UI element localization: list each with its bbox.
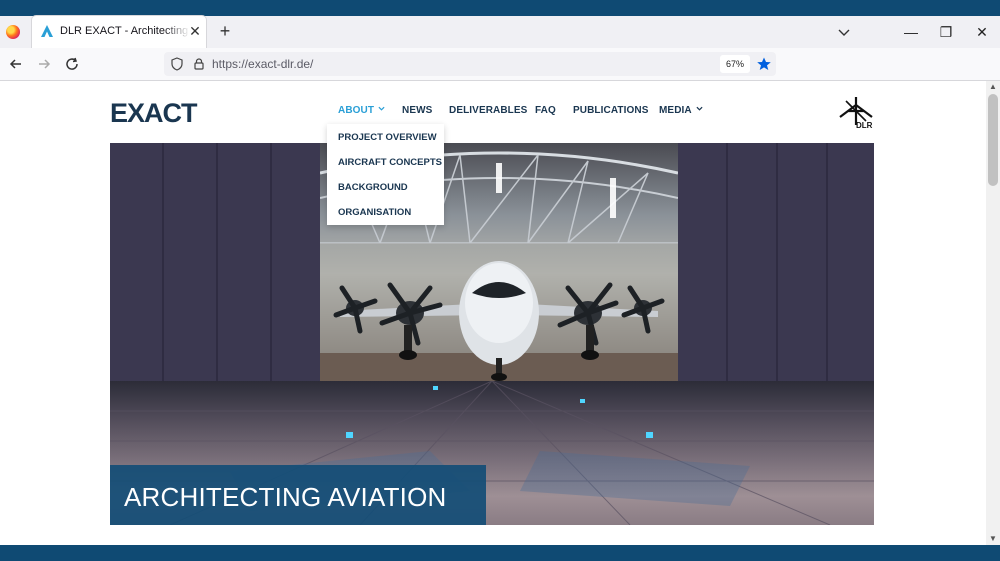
page-viewport: EXACT ABOUT NEWS DELIVERABLES FAQ PUBLIC… <box>0 81 986 545</box>
hangar-door-right <box>678 143 874 381</box>
chevron-down-icon[interactable] <box>836 24 852 40</box>
tab-active[interactable]: DLR EXACT - Architecting Aviation ✕ <box>32 16 206 48</box>
lock-icon[interactable] <box>192 57 206 71</box>
nav-deliverables[interactable]: DELIVERABLES <box>449 105 527 116</box>
nav-about-label: ABOUT <box>338 105 375 116</box>
firefox-icon[interactable] <box>6 25 20 39</box>
address-bar[interactable]: https://exact-dlr.de/ 67% <box>164 52 776 76</box>
shield-icon[interactable] <box>170 57 184 71</box>
nav-media-label: MEDIA <box>659 105 692 116</box>
hangar-door-left <box>110 143 320 381</box>
hero-caption-text: ARCHITECTING AVIATION <box>124 482 447 512</box>
menu-item-aircraft-concepts[interactable]: AIRCRAFT CONCEPTS <box>338 157 442 168</box>
hero-image: ARCHITECTING AVIATION <box>110 143 874 525</box>
exact-favicon-icon <box>41 25 53 37</box>
scroll-down-arrow-icon[interactable]: ▼ <box>989 535 997 543</box>
forward-arrow-icon[interactable] <box>36 56 52 72</box>
nav-news[interactable]: NEWS <box>402 105 432 116</box>
tab-title: DLR EXACT - Architecting Aviation <box>60 25 190 37</box>
about-dropdown-menu: PROJECT OVERVIEW AIRCRAFT CONCEPTS BACKG… <box>327 124 444 225</box>
nav-media[interactable]: MEDIA <box>659 105 703 116</box>
zoom-level-badge[interactable]: 67% <box>720 55 750 73</box>
page-scrollbar[interactable]: ▲ ▼ <box>986 81 1000 545</box>
scroll-thumb[interactable] <box>988 94 998 186</box>
exact-logo[interactable]: EXACT <box>110 97 204 127</box>
scroll-up-arrow-icon[interactable]: ▲ <box>989 83 997 91</box>
menu-item-project-overview[interactable]: PROJECT OVERVIEW <box>338 132 437 143</box>
tab-strip: DLR EXACT - Architecting Aviation ✕ + — … <box>0 16 1000 48</box>
hero-caption-box: ARCHITECTING AVIATION <box>110 465 486 525</box>
new-tab-button[interactable]: + <box>216 22 234 40</box>
nav-publications[interactable]: PUBLICATIONS <box>573 105 648 116</box>
dlr-logo[interactable]: DLR <box>836 95 876 129</box>
chevron-down-icon <box>378 106 385 111</box>
url-text: https://exact-dlr.de/ <box>212 57 314 71</box>
restore-button[interactable]: ❐ <box>936 22 956 42</box>
close-window-button[interactable]: ✕ <box>972 22 992 42</box>
reload-icon[interactable] <box>64 56 80 72</box>
menu-item-organisation[interactable]: ORGANISATION <box>338 207 411 218</box>
chevron-down-icon <box>696 106 703 111</box>
footer-band <box>0 545 1000 561</box>
top-band <box>0 0 1000 16</box>
nav-about[interactable]: ABOUT <box>338 105 385 116</box>
tab-close-icon[interactable]: ✕ <box>188 24 202 38</box>
nav-faq[interactable]: FAQ <box>535 105 556 116</box>
menu-item-background[interactable]: BACKGROUND <box>338 182 408 193</box>
dlr-logo-text: DLR <box>856 121 873 129</box>
minimize-button[interactable]: — <box>901 22 921 42</box>
bookmark-star-icon[interactable] <box>756 56 772 72</box>
nav-toolbar: https://exact-dlr.de/ 67% <box>0 48 1000 81</box>
back-arrow-icon[interactable] <box>8 56 24 72</box>
